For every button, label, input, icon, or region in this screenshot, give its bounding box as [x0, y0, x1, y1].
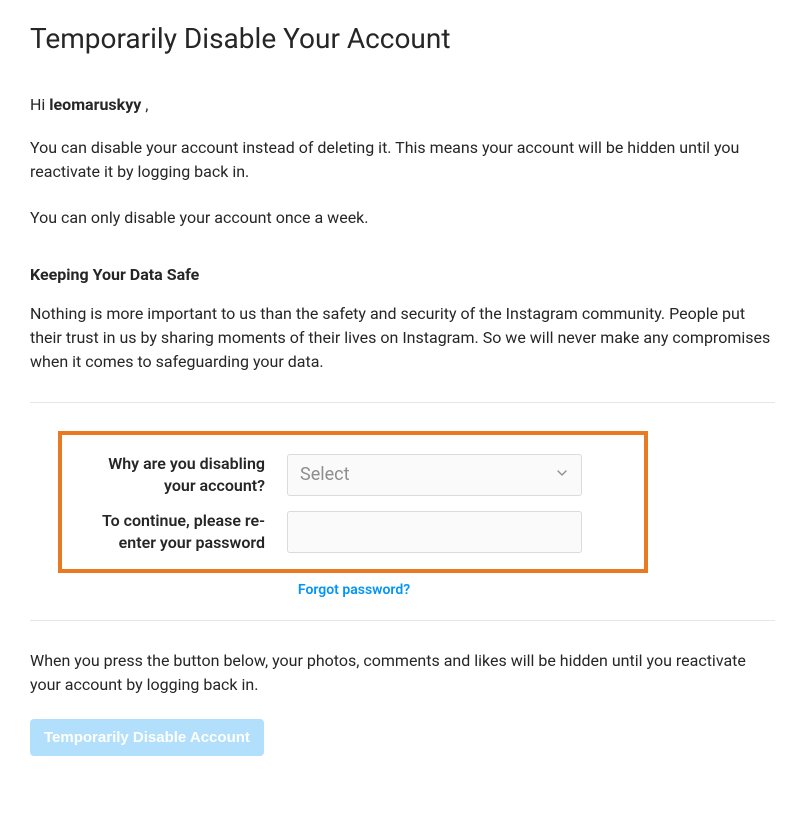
temporarily-disable-button[interactable]: Temporarily Disable Account	[30, 719, 264, 756]
page-title: Temporarily Disable Your Account	[30, 22, 775, 55]
greeting-username: leomaruskyy	[49, 95, 141, 114]
forgot-password-link[interactable]: Forgot password?	[298, 582, 410, 598]
reason-label: Why are you disabling your account?	[82, 453, 287, 496]
greeting-hi: Hi	[30, 95, 49, 114]
highlight-box: Why are you disabling your account? Sele…	[58, 431, 648, 573]
form-row-password: To continue, please re-enter your passwo…	[82, 510, 624, 553]
password-label: To continue, please re-enter your passwo…	[82, 510, 287, 553]
greeting-line: Hi leomaruskyy ,	[30, 95, 775, 114]
para-disable-info: You can disable your account instead of …	[30, 136, 775, 184]
divider-top	[30, 402, 775, 403]
para-once-week: You can only disable your account once a…	[30, 206, 775, 230]
reason-select[interactable]: Select	[287, 454, 582, 496]
password-input[interactable]	[287, 511, 582, 553]
subhead-keeping-data-safe: Keeping Your Data Safe	[30, 265, 775, 284]
divider-bottom	[30, 620, 775, 621]
reason-select-wrap: Select	[287, 454, 582, 496]
greeting-tail: ,	[141, 95, 148, 114]
form-row-reason: Why are you disabling your account? Sele…	[82, 453, 624, 496]
para-hidden-info: When you press the button below, your ph…	[30, 649, 775, 697]
forgot-wrap: Forgot password?	[30, 579, 678, 598]
para-data-safe: Nothing is more important to us than the…	[30, 302, 775, 374]
